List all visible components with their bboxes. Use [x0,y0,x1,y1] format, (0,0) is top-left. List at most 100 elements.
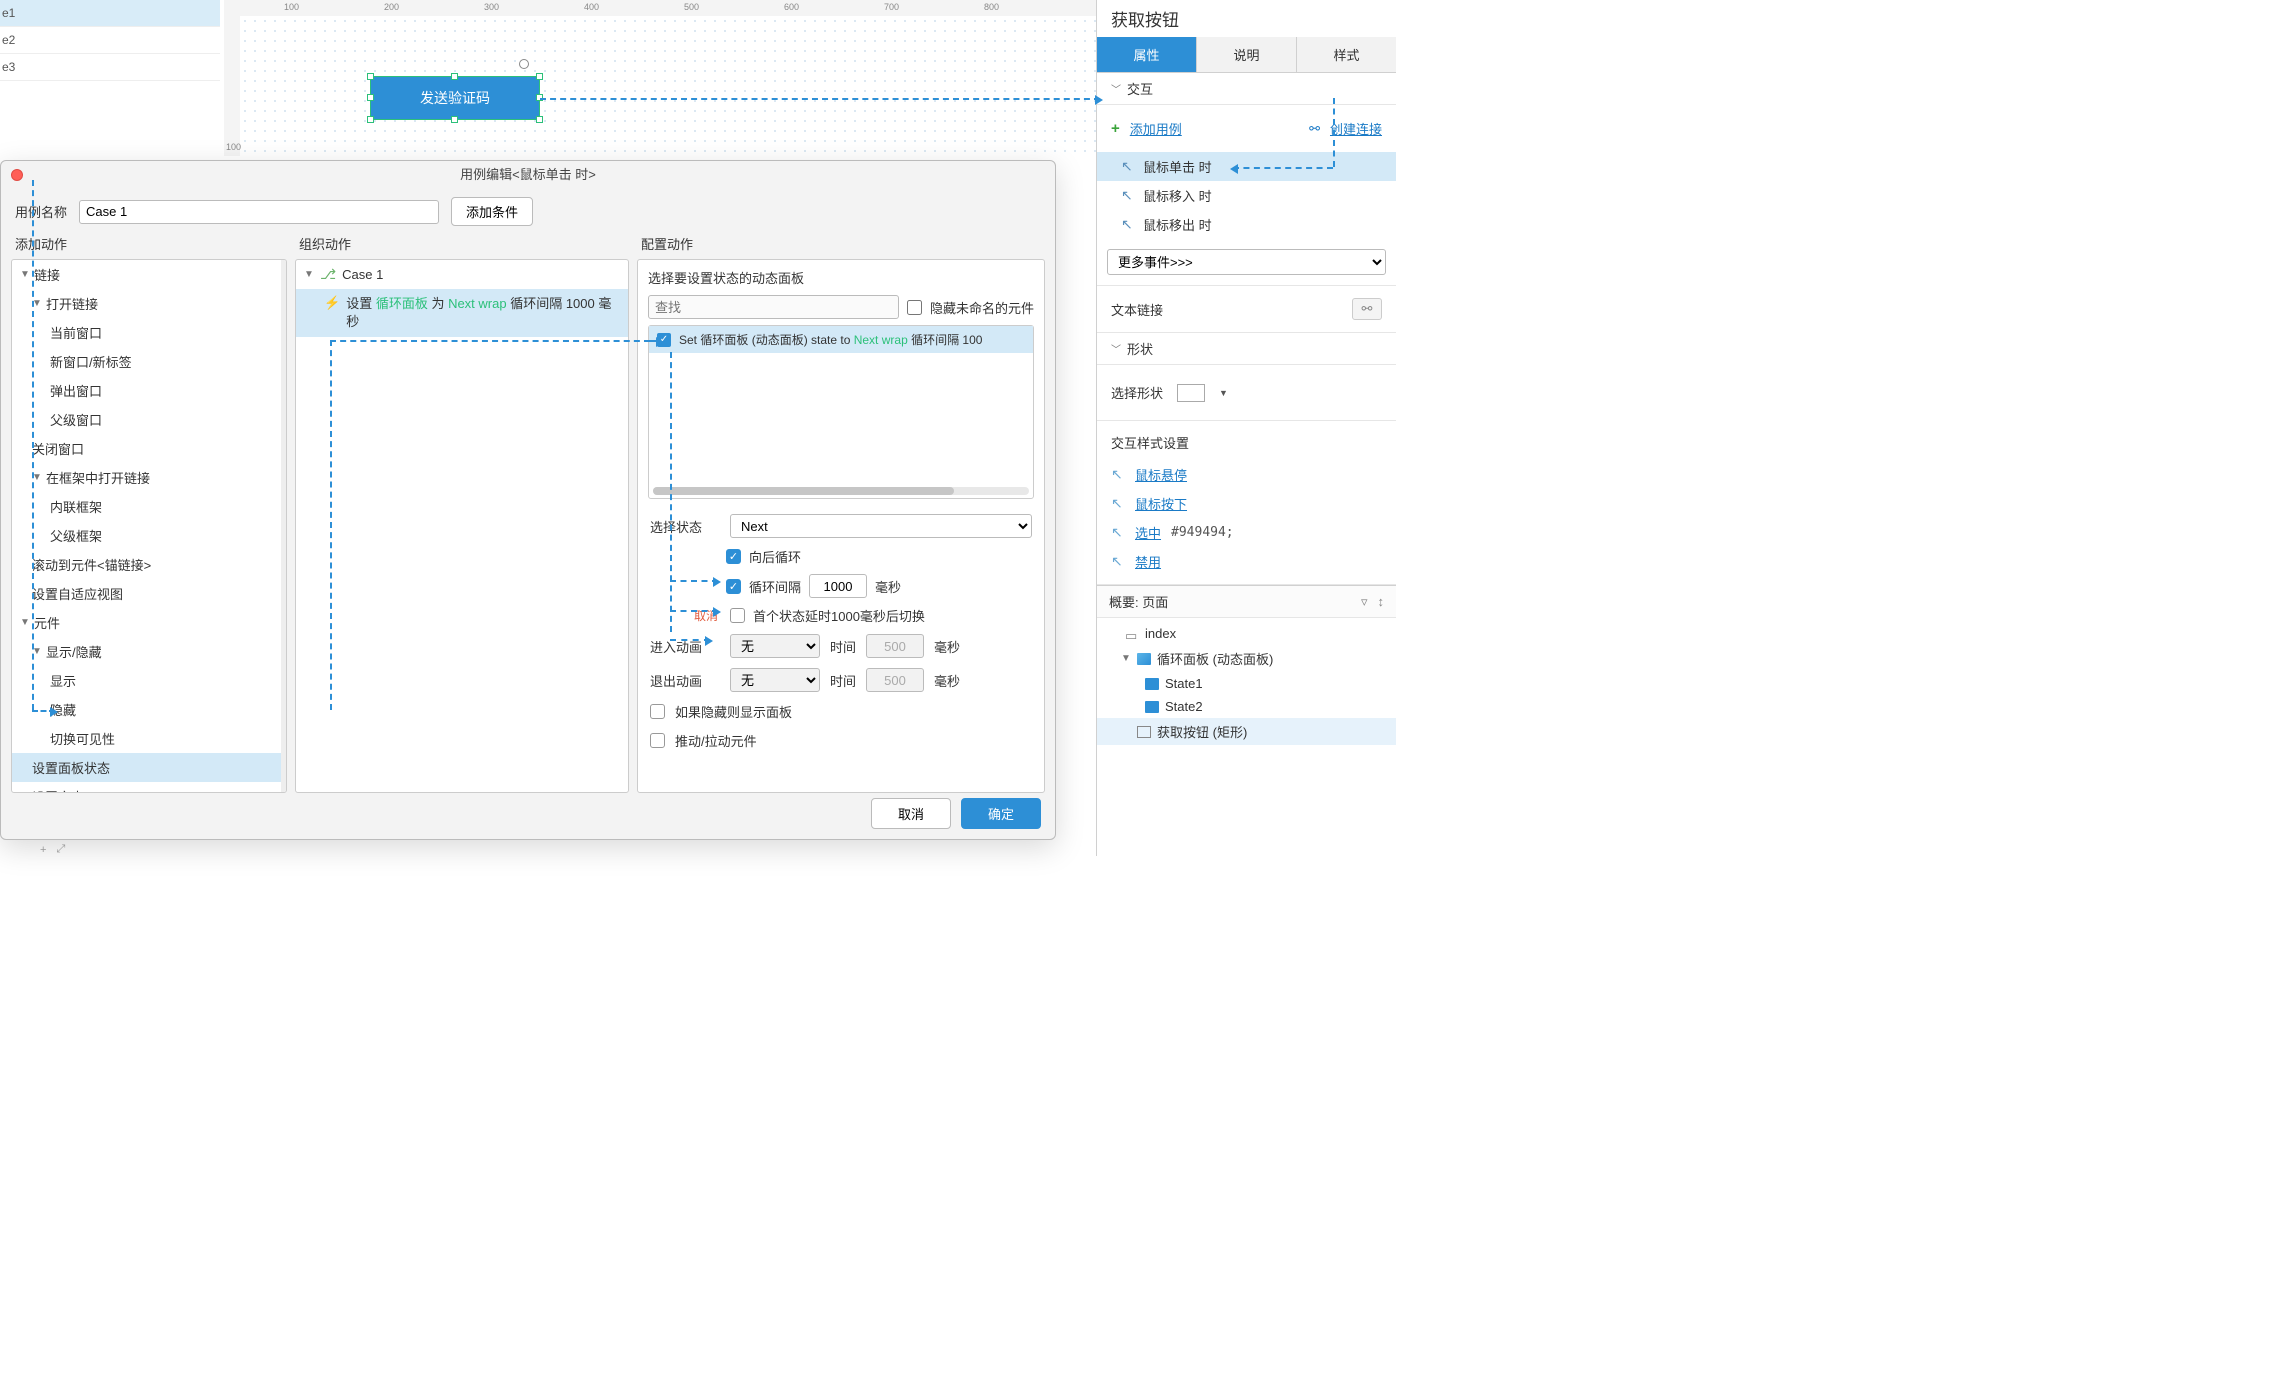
select-state-dropdown[interactable]: Next [730,514,1032,538]
shape-swatch[interactable] [1177,384,1205,402]
chevron-down-icon[interactable]: ﹀ [1111,81,1121,96]
layers-panel: e1 e2 e3 [0,0,220,81]
cursor-icon [1121,218,1135,232]
dialog-title: 用例编辑<鼠标单击 时> [460,167,596,182]
outline-tree[interactable]: index ▼ 循环面板 (动态面板) State1 State2 获取按钮 (… [1097,618,1396,749]
action-item[interactable]: 隐藏 [12,695,281,724]
state-icon [1145,678,1159,690]
create-link-link[interactable]: 创建连接 [1330,119,1382,138]
cursor-icon [1111,555,1125,569]
interval-input[interactable] [809,574,867,598]
ix-hover-link[interactable]: 鼠标悬停 [1135,465,1187,484]
select-shape-label: 选择形状 [1111,383,1163,402]
chevron-down-icon[interactable]: ▼ [1219,388,1228,398]
outline-selected-widget[interactable]: 获取按钮 (矩形) [1097,718,1396,745]
inspector-title: 获取按钮 [1097,0,1396,37]
interval-checkbox[interactable]: ✓ [726,579,741,594]
dialog-titlebar[interactable]: 用例编辑<鼠标单击 时> [1,161,1055,189]
organize-action-row[interactable]: ⚡ 设置 循环面板 为 Next wrap 循环间隔 1000 毫秒 [296,289,628,337]
enter-anim-label: 进入动画 [650,637,720,656]
action-item[interactable]: 显示 [12,666,281,695]
action-item[interactable]: 新窗口/新标签 [12,347,281,376]
exit-time-input [866,668,924,692]
action-item[interactable]: 父级框架 [12,521,281,550]
search-input[interactable] [648,295,899,319]
time-label: 时间 [830,671,856,690]
ok-button[interactable]: 确定 [961,798,1041,829]
more-events-dropdown[interactable]: 更多事件>>> [1107,249,1386,275]
action-item[interactable]: 当前窗口 [12,318,281,347]
exit-anim-label: 退出动画 [650,671,720,690]
add-condition-button[interactable]: 添加条件 [451,197,533,226]
cursor-icon [1111,468,1125,482]
scrollbar-horizontal[interactable] [653,487,1029,495]
ruler-vertical: 100 [224,16,240,156]
rotate-handle-icon[interactable] [519,59,529,69]
action-item[interactable]: 设置自适应视图 [12,579,281,608]
select-state-label: 选择状态 [650,517,720,536]
wrap-checkbox[interactable]: ✓ [726,549,741,564]
add-case-link[interactable]: 添加用例 [1130,119,1182,138]
case-name-label: 用例名称 [15,202,67,221]
ix-selected-link[interactable]: 选中 [1135,523,1161,542]
wrap-label: 向后循环 [749,547,801,566]
tab-style[interactable]: 样式 [1297,37,1396,72]
hide-unnamed-checkbox[interactable] [907,300,922,315]
ix-disabled-link[interactable]: 禁用 [1135,552,1161,571]
ms-label: 毫秒 [934,637,960,656]
plus-icon: + [1111,120,1120,137]
configure-action-header: 配置动作 [637,234,1045,259]
shape-header: 形状 [1127,339,1153,358]
ms-label: 毫秒 [875,577,901,596]
push-pull-label: 推动/拉动元件 [675,731,757,750]
action-item[interactable]: 关闭窗口 [12,434,281,463]
action-item[interactable]: 弹出窗口 [12,376,281,405]
action-item[interactable]: 切换可见性 [12,724,281,753]
text-link-button[interactable]: ⚯ [1352,298,1382,320]
ix-down-link[interactable]: 鼠标按下 [1135,494,1187,513]
show-if-hidden-checkbox[interactable] [650,704,665,719]
interactions-header: 交互 [1127,79,1153,98]
first-delay-checkbox[interactable] [730,608,745,623]
case-name-input[interactable] [79,200,439,224]
organize-case-row[interactable]: ▼ ⎇ Case 1 [296,260,628,289]
page-icon [1125,628,1139,640]
outline-header: 概要: 页面 [1109,592,1168,611]
canvas-grid[interactable] [240,16,1096,156]
ix-selected-color: #949494; [1171,525,1234,540]
widget-label: 发送验证码 [420,88,490,108]
push-pull-checkbox[interactable] [650,733,665,748]
panel-list-item[interactable]: ✓ Set 循环面板 (动态面板) state to Next wrap 循环间… [649,326,1033,353]
chevron-down-icon[interactable]: ﹀ [1111,341,1121,356]
filter-icon[interactable]: ▿ [1361,594,1368,610]
action-item[interactable]: 滚动到元件<锚链接> [12,550,281,579]
event-mouseleave[interactable]: 鼠标移出 时 [1097,210,1396,239]
text-link-label: 文本链接 [1111,300,1163,319]
layer-row[interactable]: e1 [0,0,220,27]
event-onclick[interactable]: 鼠标单击 时 [1097,152,1396,181]
ruler-horizontal: 100 200 300 400 500 600 700 800 [224,0,1096,16]
sort-icon[interactable]: ↕ [1378,594,1385,610]
bottom-toolbar-stub: +⤢ [40,843,65,856]
ms-label: 毫秒 [934,671,960,690]
action-item[interactable]: 设置文本 [12,782,281,792]
tab-properties[interactable]: 属性 [1097,37,1197,72]
action-tree[interactable]: ▼链接 ▼打开链接 当前窗口 新窗口/新标签 弹出窗口 父级窗口 关闭窗口 ▼在… [12,260,286,792]
layer-row[interactable]: e3 [0,54,220,81]
rect-icon [1137,726,1151,738]
show-if-hidden-label: 如果隐藏则显示面板 [675,702,792,721]
event-mouseenter[interactable]: 鼠标移入 时 [1097,181,1396,210]
exit-anim-dropdown[interactable]: 无 [730,668,820,692]
action-item[interactable]: 内联框架 [12,492,281,521]
tab-notes[interactable]: 说明 [1197,37,1297,72]
layer-row[interactable]: e2 [0,27,220,54]
cancel-button[interactable]: 取消 [871,798,951,829]
cursor-icon [1111,497,1125,511]
enter-anim-dropdown[interactable]: 无 [730,634,820,658]
panel-list[interactable]: ✓ Set 循环面板 (动态面板) state to Next wrap 循环间… [648,325,1034,499]
case-icon: ⎇ [320,266,336,283]
widget-send-code-button[interactable]: 发送验证码 [370,76,540,120]
action-set-panel-state[interactable]: 设置面板状态 [12,753,281,782]
action-item[interactable]: 父级窗口 [12,405,281,434]
close-icon[interactable] [11,169,23,181]
